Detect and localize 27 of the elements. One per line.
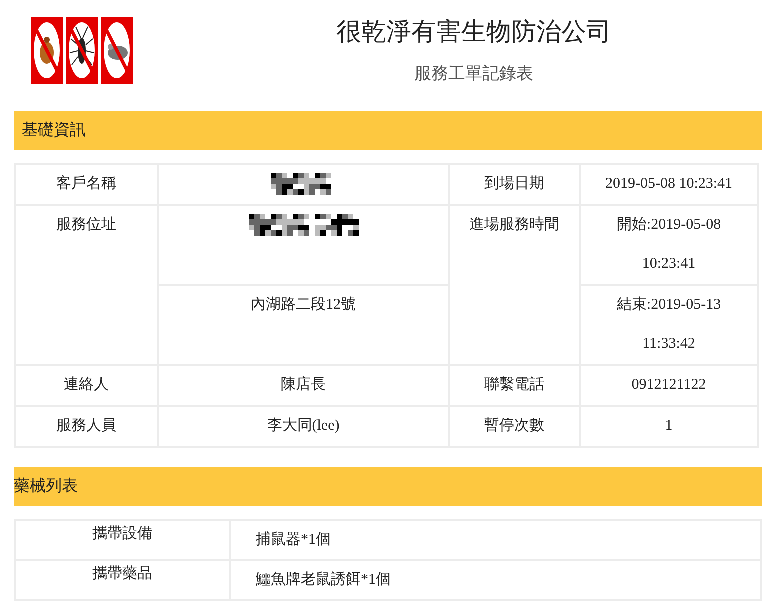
field-value: 開始:2019-05-08 10:23:41 [616,216,722,274]
field-label: 暫停次數 [484,418,544,434]
section-title: 基礎資訊 [21,120,86,141]
field-value: 陳店長 [281,377,326,393]
field-value: 捕鼠器*1個 [256,532,331,548]
field-value: 2019-05-08 10:23:41 [605,176,733,192]
field-value: 內湖路二段12號 [251,297,356,313]
field-label: 聯繫電話 [484,377,544,393]
field-label: 服務人員 [56,418,116,434]
no-bedbug-sign-icon [31,17,63,84]
field-label: 進場服務時間 [470,217,560,233]
field-label: 客戶名稱 [56,176,116,192]
field-label: 攜帶藥品 [92,566,152,582]
section-title: 藥械列表 [14,476,78,497]
company-name: 很乾淨有害生物防治公司 [336,18,612,48]
field-label: 連絡人 [64,377,109,393]
no-cockroach-sign-icon [66,17,98,84]
field-value: 結束:2019-05-13 11:33:42 [616,296,722,354]
field-value: 0912121122 [632,377,706,393]
field-value: 李大同(lee) [267,418,340,434]
field-label: 攜帶設備 [92,526,152,542]
field-value: 1 [665,418,673,434]
field-label: 到場日期 [484,176,544,192]
field-value: 鱷魚牌老鼠誘餌*1個 [256,572,391,588]
no-mouse-sign-icon [101,17,133,84]
field-label: 服務位址 [56,217,116,233]
form-title: 服務工單記錄表 [414,63,534,85]
